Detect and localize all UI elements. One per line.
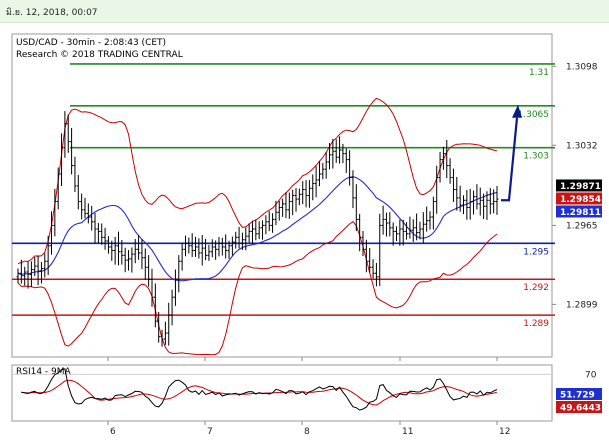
x-tick-label-2: 8 xyxy=(304,427,310,437)
rsi-badge-text-0: 51.729 xyxy=(560,391,595,401)
x-tick-label-4: 12 xyxy=(499,427,510,437)
rsi-title: RSI14 - 9MA xyxy=(16,367,72,377)
price-badges: 1.29871 1.29854 1.29811 xyxy=(556,179,602,218)
level-label-4: 1.292 xyxy=(523,283,549,293)
price-badge-text-2: 1.29811 xyxy=(560,208,601,218)
y-tick-label-0: 1.3098 xyxy=(566,62,598,72)
level-label-3: 1.295 xyxy=(523,247,549,257)
rsi-panel xyxy=(11,364,553,422)
price-badge-text-1: 1.29854 xyxy=(560,195,601,205)
level-label-5: 1.289 xyxy=(523,319,549,329)
x-tick-label-3: 11 xyxy=(402,427,413,437)
price-badge-text-0: 1.29871 xyxy=(560,182,601,192)
chart-subtitle: Research © 2018 TRADING CENTRAL xyxy=(16,50,183,60)
chart-canvas: USD/CAD - 30min - 2:08:43 (CET) Research… xyxy=(11,33,602,437)
level-label-2: 1.303 xyxy=(523,152,549,162)
level-label-1: 1.3065 xyxy=(518,110,550,120)
y-tick-label-2: 1.2965 xyxy=(566,221,598,231)
header-datetime: มิ.ย. 12, 2018, 00:07 xyxy=(6,8,98,18)
y-tick-label-3: 1.2899 xyxy=(566,300,598,310)
rsi-badge-text-1: 49.6443 xyxy=(560,404,601,414)
rsi-tick-70: 70 xyxy=(585,370,597,380)
y-tick-label-1: 1.3032 xyxy=(566,141,598,151)
price-panel xyxy=(11,33,553,358)
header-bar: มิ.ย. 12, 2018, 00:07 xyxy=(0,0,609,23)
chart-title: USD/CAD - 30min - 2:08:43 (CET) xyxy=(16,38,166,48)
x-tick-label-1: 7 xyxy=(207,427,213,437)
x-tick-label-0: 6 xyxy=(110,427,116,437)
level-label-0: 1.31 xyxy=(529,68,549,78)
